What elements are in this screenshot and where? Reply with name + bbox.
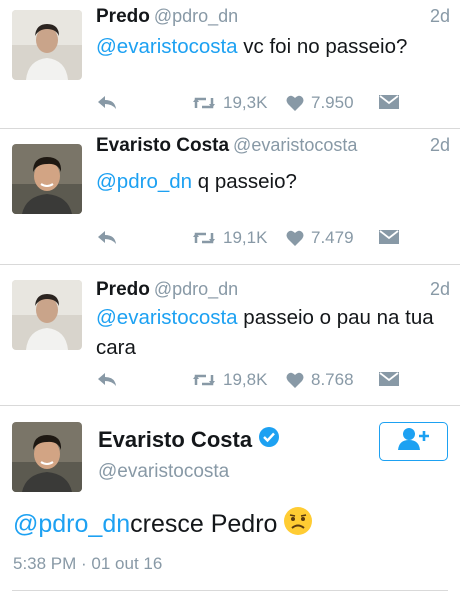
retweet-button[interactable]: 19,8K bbox=[192, 370, 267, 390]
author-name[interactable]: Evaristo Costa bbox=[98, 427, 252, 453]
tweet-text: @evaristocosta vc foi no passeio? bbox=[96, 32, 446, 62]
verified-badge-icon bbox=[258, 426, 280, 454]
dm-button[interactable] bbox=[378, 228, 400, 246]
tweet-text: @pdro_dn q passeio? bbox=[96, 167, 446, 197]
like-count: 7.950 bbox=[311, 93, 354, 112]
main-tweet-text: @pdro_dn cresce Pedro bbox=[13, 506, 313, 543]
heart-icon bbox=[286, 95, 304, 112]
tweet-time: 2d bbox=[429, 6, 450, 26]
tweet-timestamp[interactable]: 5:38 PM · 01 out 16 bbox=[13, 554, 162, 574]
like-button[interactable]: 8.768 bbox=[286, 370, 354, 390]
follow-user-icon bbox=[397, 427, 430, 456]
like-button[interactable]: 7.479 bbox=[286, 228, 354, 248]
tweet-text-body: vc foi no passeio? bbox=[237, 35, 408, 58]
avatar-evaristo-main[interactable] bbox=[12, 422, 82, 492]
frowning-face-emoji-icon bbox=[283, 506, 313, 543]
author-name[interactable]: Evaristo Costa bbox=[96, 135, 229, 156]
mention-link[interactable]: @pdro_dn bbox=[13, 510, 130, 539]
retweet-icon bbox=[192, 94, 216, 112]
tweet-time: 2d bbox=[429, 279, 450, 299]
reply-icon bbox=[96, 93, 118, 111]
retweet-button[interactable]: 19,1K bbox=[192, 228, 267, 248]
heart-icon bbox=[286, 372, 304, 389]
retweet-icon bbox=[192, 371, 216, 389]
reply-icon bbox=[96, 228, 118, 246]
tweet-actions: 19,1K 7.479 bbox=[96, 228, 444, 252]
tweet-text-body: q passeio? bbox=[192, 170, 297, 193]
dm-button[interactable] bbox=[378, 370, 400, 388]
mention-link[interactable]: @evaristocosta bbox=[96, 306, 238, 329]
tweet-2[interactable]: Evaristo Costa @evaristocosta 2d @pdro_dn… bbox=[0, 129, 460, 264]
avatar-evaristo[interactable] bbox=[12, 144, 82, 214]
follow-button[interactable] bbox=[379, 422, 448, 461]
tweet-time: 2d bbox=[429, 135, 450, 155]
heart-icon bbox=[286, 230, 304, 247]
tweet-actions: 19,8K 8.768 bbox=[96, 370, 444, 394]
author-handle[interactable]: @evaristocosta bbox=[233, 135, 357, 155]
reply-icon bbox=[96, 370, 118, 388]
retweet-count: 19,1K bbox=[223, 228, 268, 247]
main-tweet-text-body: cresce Pedro bbox=[130, 510, 278, 538]
like-count: 8.768 bbox=[311, 370, 354, 389]
retweet-count: 19,3K bbox=[223, 93, 268, 112]
dm-button[interactable] bbox=[378, 93, 400, 111]
main-tweet: Evaristo Costa @evaristocosta @pdro_dn c… bbox=[0, 406, 460, 593]
tweet-3[interactable]: Predo @pdro_dn 2d @evaristocosta passeio … bbox=[0, 265, 460, 405]
author-name[interactable]: Predo bbox=[96, 279, 150, 300]
retweet-count: 19,8K bbox=[223, 370, 268, 389]
direct-message-icon bbox=[378, 228, 400, 246]
retweet-icon bbox=[192, 229, 216, 247]
tweet-text-body-line2: cara bbox=[96, 336, 136, 359]
direct-message-icon bbox=[378, 93, 400, 111]
like-count: 7.479 bbox=[311, 228, 354, 247]
tweet-text: @evaristocosta passeio o pau na tua cara bbox=[96, 303, 446, 363]
author-handle[interactable]: @pdro_dn bbox=[154, 279, 238, 299]
tweet-text-body: passeio o pau na tua bbox=[237, 306, 434, 329]
retweet-button[interactable]: 19,3K bbox=[192, 93, 267, 113]
direct-message-icon bbox=[378, 370, 400, 388]
author-handle[interactable]: @pdro_dn bbox=[154, 6, 238, 26]
author-handle[interactable]: @evaristocosta bbox=[98, 461, 229, 483]
reply-button[interactable] bbox=[96, 370, 118, 388]
reply-button[interactable] bbox=[96, 228, 118, 246]
avatar-predo[interactable] bbox=[12, 280, 82, 350]
author-name[interactable]: Predo bbox=[96, 6, 150, 27]
divider bbox=[12, 590, 448, 591]
mention-link[interactable]: @pdro_dn bbox=[96, 170, 192, 193]
mention-link[interactable]: @evaristocosta bbox=[96, 35, 238, 58]
tweet-1[interactable]: Predo @pdro_dn 2d @evaristocosta vc foi n… bbox=[0, 0, 460, 128]
avatar-predo[interactable] bbox=[12, 10, 82, 80]
tweet-actions: 19,3K 7.950 bbox=[96, 93, 444, 117]
like-button[interactable]: 7.950 bbox=[286, 93, 354, 113]
reply-button[interactable] bbox=[96, 93, 118, 111]
